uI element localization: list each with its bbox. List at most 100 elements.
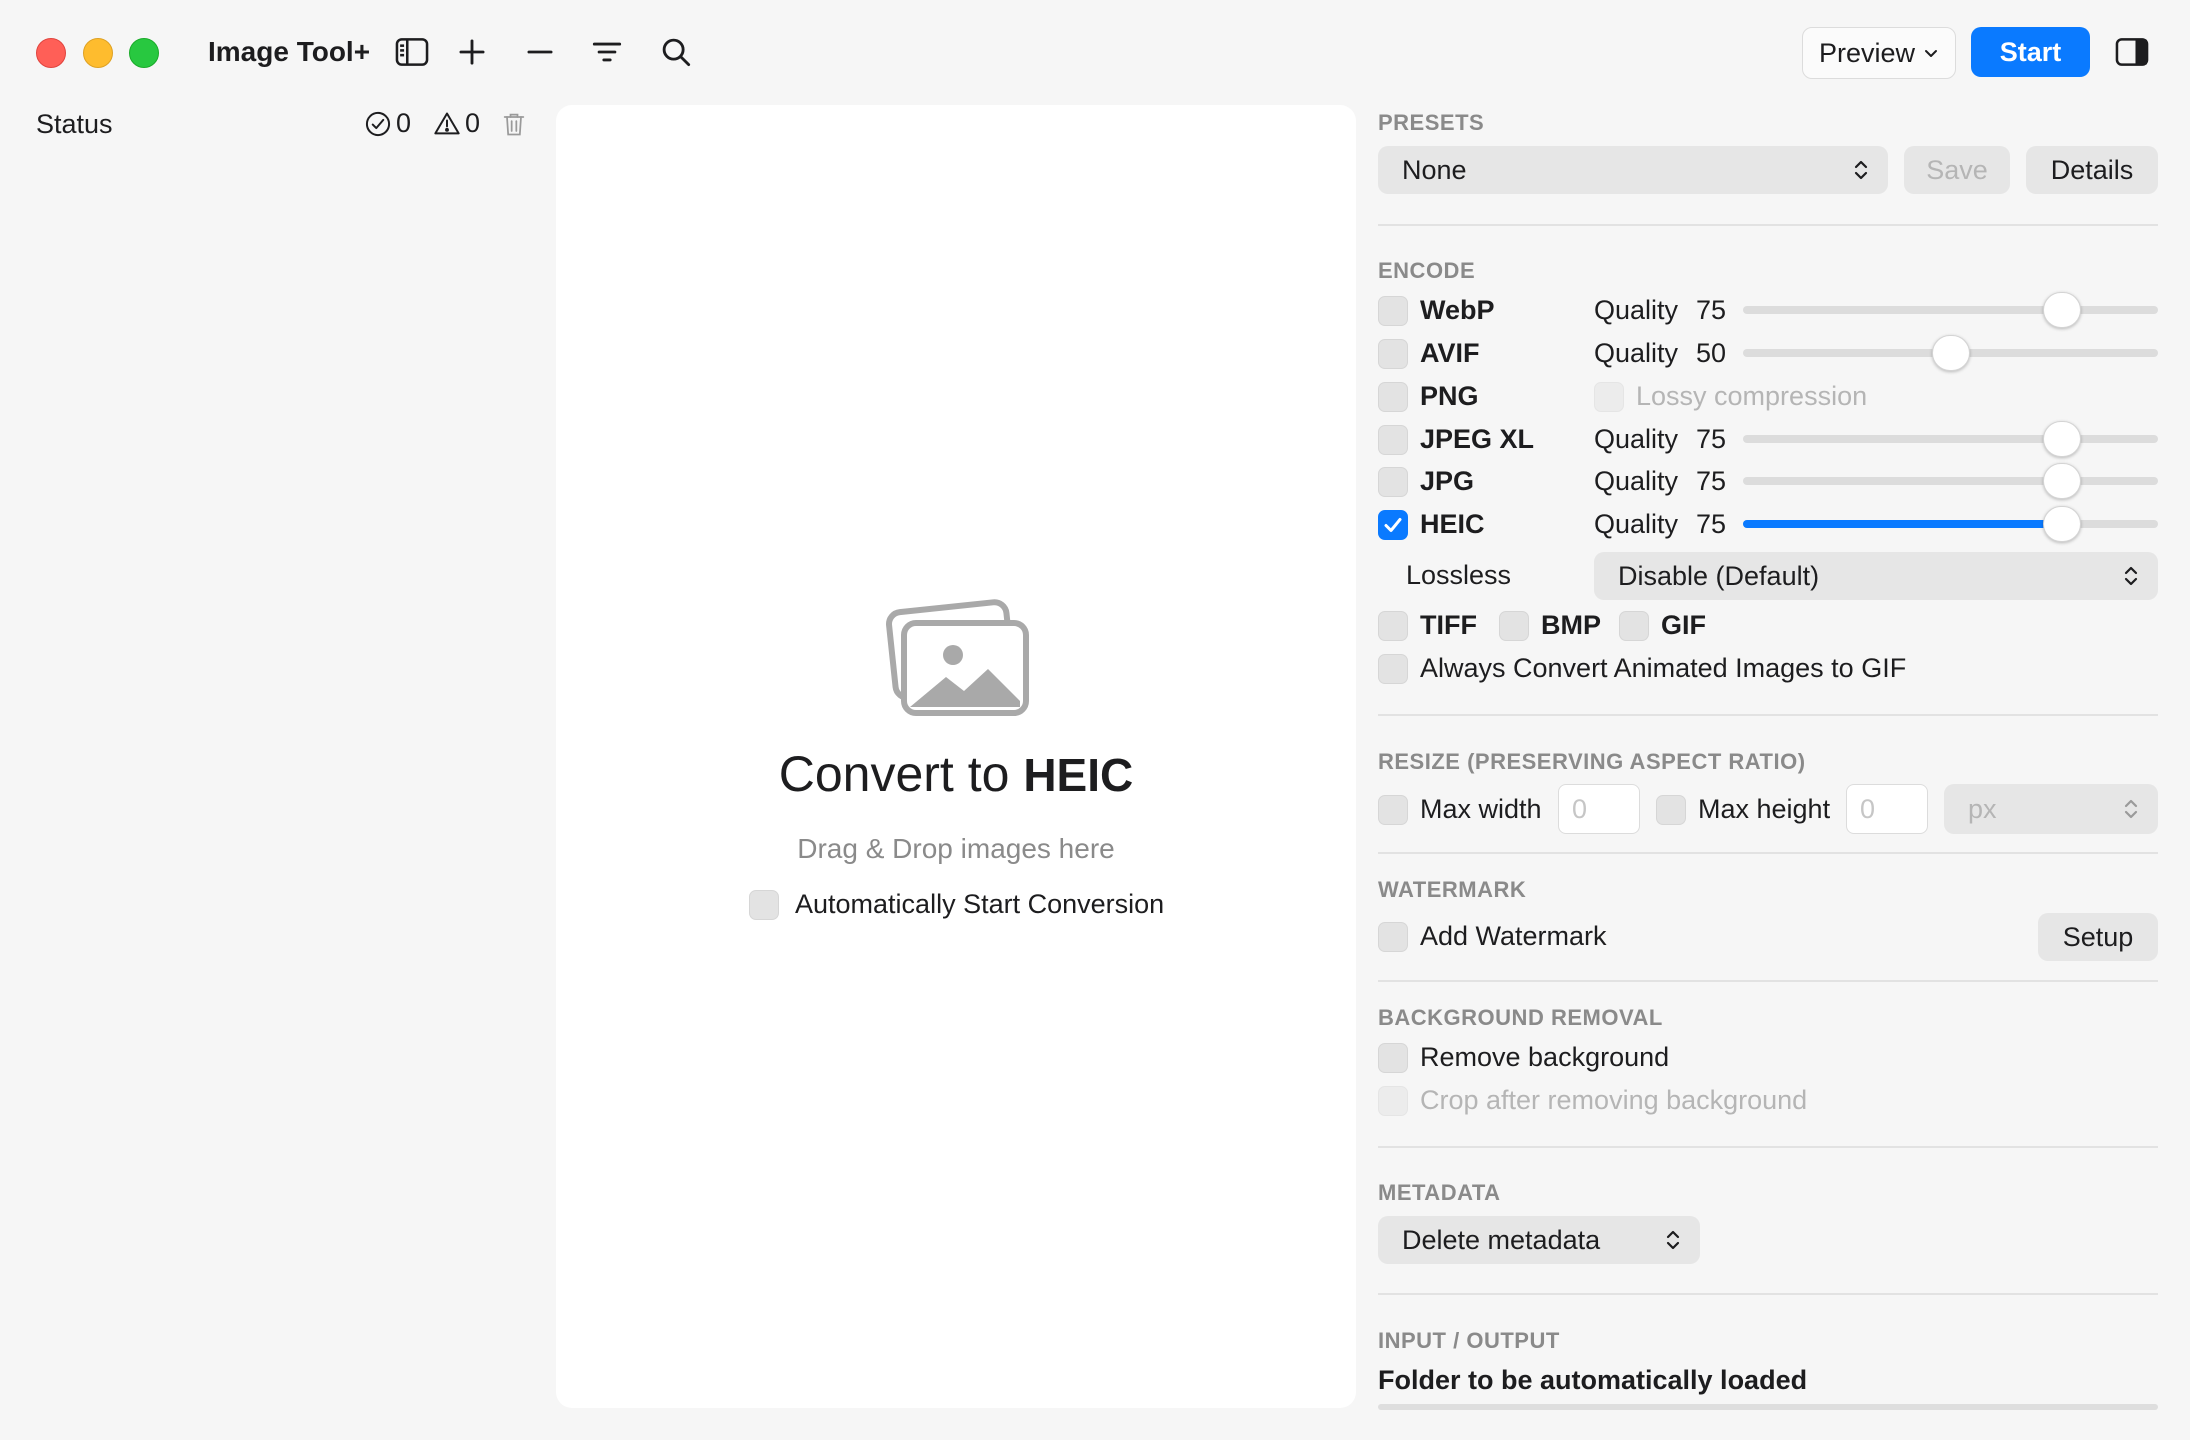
sidebar-icon [395, 38, 429, 66]
format-row-heic: HEIC [1378, 509, 1485, 540]
jpegxl-quality-slider[interactable] [1743, 421, 2158, 457]
zoom-window-button[interactable] [129, 38, 159, 68]
minimize-window-button[interactable] [83, 38, 113, 68]
convert-title-prefix: Convert to [778, 746, 1010, 802]
unit-selected: px [1968, 793, 1997, 824]
slider-knob[interactable] [1932, 335, 1970, 371]
lossy-compression-label: Lossy compression [1636, 381, 1868, 411]
add-button[interactable] [450, 30, 494, 74]
settings-panel: PRESETS None Save Details ENCODE WebP Qu… [1378, 0, 2160, 1440]
max-height-checkbox[interactable] [1656, 794, 1686, 825]
preset-select[interactable]: None [1378, 146, 1888, 194]
auto-start-checkbox[interactable] [749, 889, 779, 920]
heic-quality-label: Quality [1594, 509, 1679, 539]
jpegxl-quality-value: 75 [1696, 424, 1727, 454]
heic-label: HEIC [1420, 509, 1485, 539]
filter-icon [592, 42, 622, 62]
divider [1378, 714, 2158, 716]
app-title: Image Tool+ [208, 36, 371, 67]
heic-checkbox[interactable] [1378, 509, 1408, 540]
chevron-updown-icon [1854, 160, 1868, 180]
avif-quality-slider[interactable] [1743, 335, 2158, 371]
heic-quality-slider[interactable] [1743, 506, 2158, 542]
animated-gif-checkbox[interactable] [1378, 653, 1408, 684]
checkmark-icon [1384, 517, 1402, 532]
webp-quality-value: 75 [1696, 295, 1727, 325]
encode-title: ENCODE [1378, 258, 1476, 283]
remove-button[interactable] [518, 30, 562, 74]
sidebar-toggle-button[interactable] [390, 30, 434, 74]
jpegxl-quality-label: Quality [1594, 424, 1679, 454]
unit-select[interactable]: px [1944, 784, 2158, 834]
presets-title: PRESETS [1378, 110, 1485, 135]
target-format: HEIC [1023, 749, 1134, 801]
lossy-compression-row: Lossy compression [1594, 381, 1867, 412]
divider [1378, 980, 2158, 982]
filter-button[interactable] [585, 30, 629, 74]
status-counts: 0 0 [364, 108, 528, 139]
bmp-label: BMP [1540, 610, 1601, 640]
jpegxl-checkbox[interactable] [1378, 424, 1408, 455]
webp-label: WebP [1420, 295, 1495, 325]
bmp-checkbox[interactable] [1498, 610, 1529, 641]
avif-quality-value: 50 [1696, 338, 1727, 368]
search-button[interactable] [654, 30, 698, 74]
convert-title: Convert to HEIC [556, 745, 1356, 803]
webp-quality-slider[interactable] [1743, 292, 2158, 328]
divider [1378, 1146, 2158, 1148]
gif-checkbox[interactable] [1618, 610, 1649, 641]
format-row-png: PNG [1378, 381, 1479, 412]
minus-icon [527, 50, 553, 54]
folder-path-field[interactable] [1378, 1404, 2158, 1410]
slider-knob[interactable] [2043, 292, 2081, 328]
drag-drop-hint: Drag & Drop images here [797, 833, 1115, 864]
max-height-row: Max height [1656, 794, 1830, 825]
crop-background-row: Crop after removing background [1378, 1085, 1807, 1116]
max-width-input[interactable]: 0 [1558, 784, 1640, 834]
crop-background-checkbox[interactable] [1378, 1085, 1408, 1116]
format-row-webp: WebP [1378, 295, 1495, 326]
lossless-label: Lossless [1406, 560, 1512, 590]
warning-triangle-icon [434, 112, 460, 134]
png-checkbox[interactable] [1378, 381, 1408, 412]
avif-label: AVIF [1420, 338, 1480, 368]
max-width-checkbox[interactable] [1378, 794, 1408, 825]
drop-zone[interactable]: Convert to HEIC Drag & Drop images here … [556, 105, 1356, 1408]
avif-checkbox[interactable] [1378, 338, 1408, 369]
divider [1378, 852, 2158, 854]
tiff-checkbox[interactable] [1378, 610, 1408, 641]
lossy-compression-checkbox[interactable] [1594, 381, 1624, 412]
trash-icon[interactable] [500, 110, 528, 138]
avif-quality-label: Quality [1594, 338, 1679, 368]
photo-stack-icon [886, 599, 1029, 716]
warning-count: 0 [465, 108, 481, 138]
lossless-select[interactable]: Disable (Default) [1594, 552, 2158, 600]
remove-background-row: Remove background [1378, 1042, 1669, 1073]
animated-gif-label: Always Convert Animated Images to GIF [1420, 653, 1907, 683]
io-title: INPUT / OUTPUT [1378, 1328, 1560, 1353]
jpegxl-label: JPEG XL [1420, 424, 1535, 454]
preset-save-button[interactable]: Save [1904, 146, 2010, 194]
webp-checkbox[interactable] [1378, 295, 1408, 326]
watermark-setup-button[interactable]: Setup [2038, 913, 2158, 961]
slider-knob[interactable] [2043, 421, 2081, 457]
auto-start-row: Automatically Start Conversion [749, 889, 1164, 920]
jpg-label: JPG [1420, 466, 1475, 496]
divider [1378, 1293, 2158, 1295]
metadata-select[interactable]: Delete metadata [1378, 1216, 1700, 1264]
remove-background-label: Remove background [1420, 1042, 1670, 1072]
slider-knob[interactable] [2043, 463, 2081, 499]
close-window-button[interactable] [36, 38, 66, 68]
lossless-selected: Disable (Default) [1618, 560, 1820, 591]
add-watermark-checkbox[interactable] [1378, 921, 1408, 952]
max-height-input[interactable]: 0 [1846, 784, 1928, 834]
remove-background-checkbox[interactable] [1378, 1042, 1408, 1073]
add-watermark-row: Add Watermark [1378, 921, 1607, 952]
jpg-quality-slider[interactable] [1743, 463, 2158, 499]
metadata-selected: Delete metadata [1402, 1224, 1601, 1255]
metadata-title: METADATA [1378, 1180, 1501, 1205]
preset-details-button[interactable]: Details [2026, 146, 2158, 194]
extra-formats-row: TIFF BMP GIF [1378, 610, 1706, 641]
slider-knob[interactable] [2043, 506, 2081, 542]
jpg-checkbox[interactable] [1378, 466, 1408, 497]
